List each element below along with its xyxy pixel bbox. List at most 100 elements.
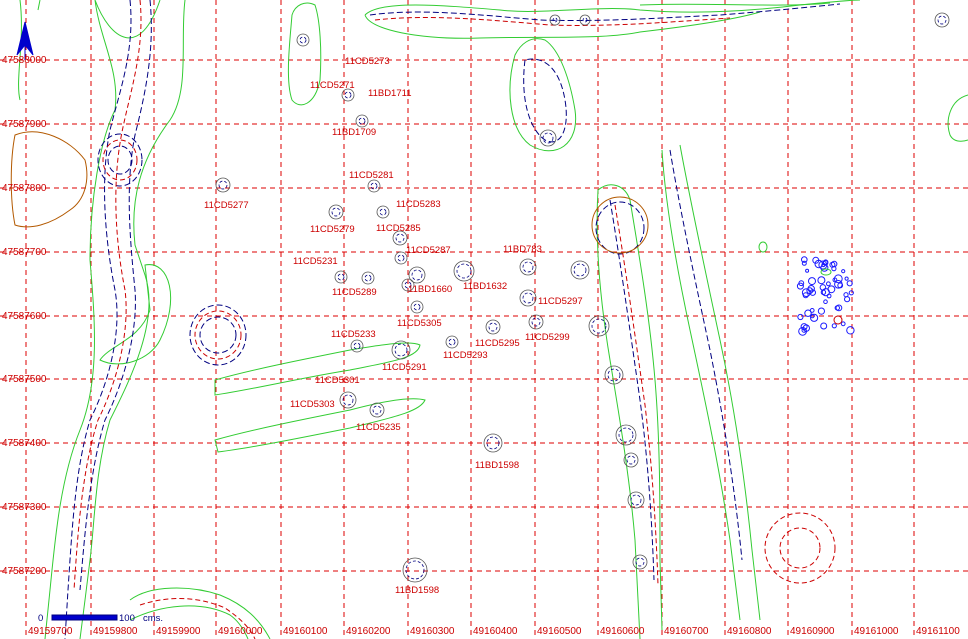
pit-outline: [355, 114, 369, 128]
feature-label: 11CD5231: [293, 256, 338, 267]
scale-bar-fill: [52, 615, 117, 620]
feature-label: 11CD5233: [331, 329, 376, 340]
contours-dark: [64, 0, 841, 639]
y-coordinate-label: 47587400: [2, 438, 47, 449]
pit-contour: [405, 560, 425, 580]
pit-outline: [519, 289, 537, 307]
scale-end: 100: [119, 613, 135, 624]
pit-outline: [361, 271, 375, 285]
pit-outline: [215, 177, 231, 193]
pit-contour: [456, 263, 472, 279]
feature-label: 11CD5301: [315, 375, 360, 386]
pit-outline: [627, 491, 645, 509]
artifact-marker: [796, 282, 804, 290]
artifact-marker: [841, 269, 846, 274]
y-coordinate-label: 47587500: [2, 374, 47, 385]
pit-outline: [328, 204, 344, 220]
artifact-marker: [844, 276, 849, 281]
brown-feature-left: [10, 131, 88, 228]
x-coordinate-label: 49159900: [156, 626, 201, 637]
feature-label: 11CD5281: [349, 170, 394, 181]
x-coordinate-label: 49160600: [600, 626, 645, 637]
pit-contour: [626, 455, 636, 465]
artifact-marker: [831, 323, 837, 329]
site-plan-map[interactable]: 0 100 cms. 11CD5273 11CD5271 11BD1711 11BD1…: [0, 0, 968, 639]
pit-contour: [630, 494, 642, 506]
pit-contour: [370, 182, 378, 190]
pit-contour: [635, 557, 645, 567]
y-coordinate-label: 47587800: [2, 183, 47, 194]
right-edge-outline: [947, 94, 968, 142]
artifact-marker: [817, 276, 826, 285]
feature-label: 11BD1660: [408, 284, 452, 295]
feature-label: 11CD5271: [310, 80, 355, 91]
pit-contour: [299, 36, 307, 44]
pit-contour: [344, 91, 352, 99]
pit-contour: [379, 208, 387, 216]
feature-label: 11CD5291: [382, 362, 427, 373]
x-coordinate-label: 49159800: [93, 626, 138, 637]
artifact-marker: [797, 313, 804, 321]
contour-red-pit-large: [194, 310, 242, 360]
scale-unit: cms.: [143, 613, 163, 624]
artifact-marker: [817, 307, 826, 315]
contour-ditch-left: [64, 0, 132, 639]
feature-label: 11BD1711: [368, 88, 412, 99]
artifact-marker: [808, 277, 816, 286]
pit-outline: [934, 12, 950, 28]
pit-outline: [334, 270, 348, 284]
brown-feature-right: [591, 196, 649, 254]
feature-label: 11CD5285: [376, 223, 421, 234]
feature-outlines: [18, 0, 968, 639]
x-coordinate-label: 49159700: [28, 626, 73, 637]
pit-outline: [410, 300, 424, 314]
x-coordinate-label: 49160000: [218, 626, 263, 637]
y-coordinate-label: 47587300: [2, 502, 47, 513]
pit-contour: [413, 303, 421, 311]
contour-red-ditch-left: [73, 0, 142, 591]
pit-contour: [353, 342, 361, 350]
contour-pit-large: [189, 304, 247, 366]
artifact-marker: [805, 268, 810, 273]
pit-contour: [531, 317, 541, 327]
pit-contour: [411, 269, 423, 281]
contour-red-right-ditch: [614, 204, 659, 586]
contour-right-ditch-1: [609, 199, 655, 581]
pit-outline: [339, 391, 357, 409]
pit-outline: [445, 335, 459, 349]
pit-outline: [528, 314, 544, 330]
pit-contour: [522, 292, 534, 304]
feature-label: 11BD1598: [475, 460, 519, 471]
bottom-pit-outline: [639, 2, 831, 6]
feature-label: 11BD1598: [395, 585, 439, 596]
pit-contour: [448, 338, 456, 346]
y-coordinate-label: 47587600: [2, 311, 47, 322]
feature-label: 11CD5235: [356, 422, 401, 433]
pit-contour: [522, 261, 534, 273]
pit-contour: [364, 274, 372, 282]
artifact-marker: [801, 260, 807, 266]
contour-pit-left: [97, 133, 143, 187]
pit-outline: [296, 33, 310, 47]
artifact-marker-green: [820, 268, 832, 276]
x-coordinate-label: 49161000: [854, 626, 899, 637]
scale-start: 0: [38, 613, 43, 624]
feature-label: 11CD5293: [443, 350, 488, 361]
y-coordinate-label: 47587700: [2, 247, 47, 258]
pit-contour: [488, 322, 498, 332]
x-coordinate-label: 49160400: [473, 626, 518, 637]
scale-bar: 0 100 cms.: [38, 613, 163, 624]
pit-contour: [573, 263, 587, 277]
y-coordinate-label: 47587900: [2, 119, 47, 130]
x-coordinate-label: 49160100: [283, 626, 328, 637]
top-ditch-outline: [364, 0, 861, 39]
x-coordinate-label: 49160500: [537, 626, 582, 637]
artifact-marker-red: [833, 315, 843, 325]
pit-outline: [402, 557, 428, 583]
pit-outline: [485, 319, 501, 335]
top-branch-outline: [509, 38, 577, 152]
feature-label: 11CD5295: [475, 338, 520, 349]
feature-label: 11BD1709: [332, 127, 376, 138]
feature-label: 11CD5297: [538, 296, 583, 307]
pit-outline: [369, 402, 385, 418]
